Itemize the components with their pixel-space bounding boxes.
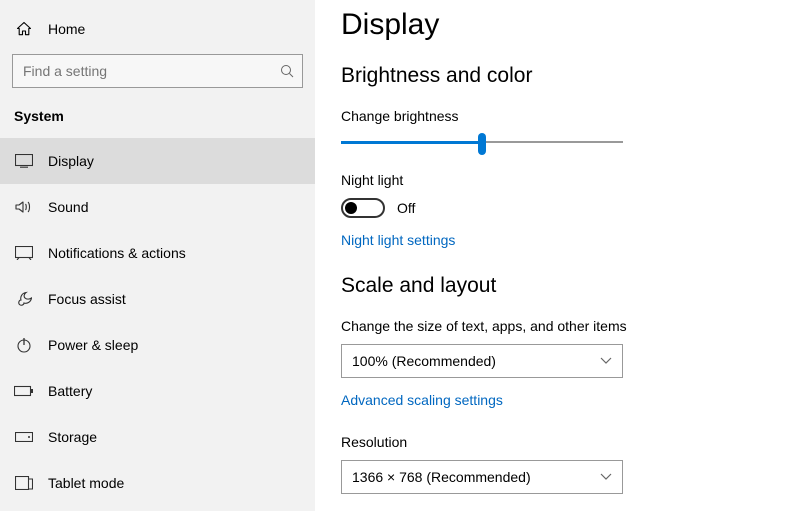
nav-item-tablet-mode[interactable]: Tablet mode — [0, 460, 315, 506]
notifications-icon — [14, 246, 34, 260]
sound-icon — [14, 200, 34, 214]
nav-item-battery[interactable]: Battery — [0, 368, 315, 414]
tablet-mode-icon — [14, 476, 34, 490]
slider-fill — [341, 141, 482, 144]
toggle-knob — [345, 202, 357, 214]
nav-item-label: Focus assist — [48, 291, 126, 307]
home-icon — [14, 21, 34, 37]
nav-item-label: Sound — [48, 199, 88, 215]
brightness-label: Change brightness — [341, 108, 785, 124]
display-icon — [14, 154, 34, 168]
scale-size-dropdown[interactable]: 100% (Recommended) — [341, 344, 623, 378]
nav-item-sound[interactable]: Sound — [0, 184, 315, 230]
night-light-state: Off — [397, 200, 415, 216]
settings-sidebar: Home System Display Sound Notifications … — [0, 0, 315, 511]
home-label: Home — [48, 21, 85, 37]
nav-item-notifications[interactable]: Notifications & actions — [0, 230, 315, 276]
nav-item-storage[interactable]: Storage — [0, 414, 315, 460]
nav-item-power-sleep[interactable]: Power & sleep — [0, 322, 315, 368]
nav-item-label: Notifications & actions — [48, 245, 186, 261]
slider-thumb[interactable] — [478, 133, 486, 155]
brightness-slider[interactable] — [341, 134, 623, 150]
focus-assist-icon — [14, 291, 34, 307]
chevron-down-icon — [600, 357, 612, 365]
nav-item-display[interactable]: Display — [0, 138, 315, 184]
resolution-value: 1366 × 768 (Recommended) — [352, 469, 531, 485]
nav-item-focus-assist[interactable]: Focus assist — [0, 276, 315, 322]
night-light-label: Night light — [341, 172, 785, 188]
resolution-dropdown[interactable]: 1366 × 768 (Recommended) — [341, 460, 623, 494]
nav-item-label: Storage — [48, 429, 97, 445]
category-heading: System — [0, 100, 315, 138]
scale-size-label: Change the size of text, apps, and other… — [341, 318, 785, 334]
night-light-toggle[interactable] — [341, 198, 385, 218]
search-icon — [272, 64, 302, 79]
nav-item-label: Tablet mode — [48, 475, 124, 491]
nav-item-label: Battery — [48, 383, 92, 399]
advanced-scaling-link[interactable]: Advanced scaling settings — [341, 392, 503, 408]
search-input-wrap[interactable] — [12, 54, 303, 88]
scale-size-value: 100% (Recommended) — [352, 353, 496, 369]
search-input[interactable] — [13, 63, 272, 79]
power-icon — [14, 337, 34, 353]
nav-item-label: Display — [48, 153, 94, 169]
section-brightness-heading: Brightness and color — [341, 64, 785, 88]
home-nav[interactable]: Home — [0, 10, 315, 48]
main-content: Display Brightness and color Change brig… — [315, 0, 785, 511]
night-light-settings-link[interactable]: Night light settings — [341, 232, 455, 248]
section-scale-heading: Scale and layout — [341, 274, 785, 298]
resolution-label: Resolution — [341, 434, 785, 450]
chevron-down-icon — [600, 473, 612, 481]
battery-icon — [14, 385, 34, 397]
nav-item-label: Power & sleep — [48, 337, 138, 353]
page-title: Display — [341, 8, 785, 42]
storage-icon — [14, 432, 34, 442]
